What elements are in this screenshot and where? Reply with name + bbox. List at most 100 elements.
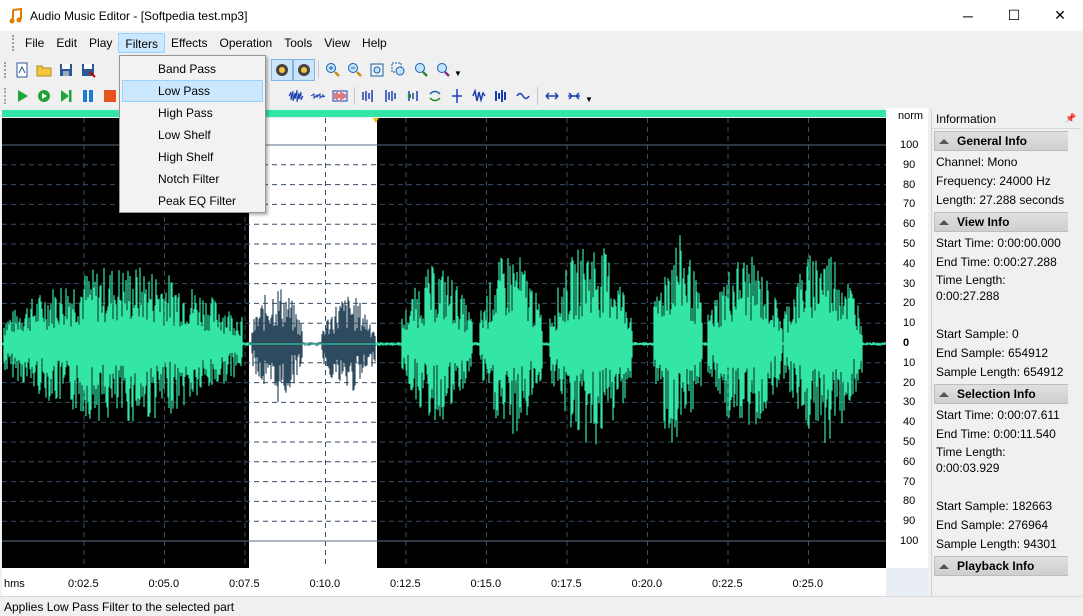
section-playback-info[interactable]: Playback Info bbox=[934, 556, 1079, 576]
menu-item-band-pass[interactable]: Band Pass bbox=[122, 58, 263, 80]
zoom-vertical-in-icon[interactable] bbox=[410, 59, 432, 81]
norm-label: norm bbox=[898, 110, 924, 122]
section-title: Playback Info bbox=[957, 559, 1035, 573]
spectrum-icon[interactable] bbox=[329, 85, 351, 107]
amplitude-tick-label: 50 bbox=[903, 238, 916, 250]
menu-play[interactable]: Play bbox=[83, 33, 118, 53]
speaker-right-icon[interactable] bbox=[293, 58, 315, 81]
play-icon[interactable] bbox=[11, 85, 33, 107]
collapse-icon[interactable] bbox=[939, 389, 949, 399]
collapse-icon[interactable] bbox=[939, 217, 949, 227]
time-tick-label: 0:07.5 bbox=[229, 578, 260, 590]
music-note-app-icon bbox=[8, 7, 24, 24]
minimize-button[interactable]: ─ bbox=[945, 0, 991, 31]
info-line: End Sample: 654912 bbox=[936, 346, 1049, 360]
toolbar-separator bbox=[354, 86, 355, 105]
waveform-path bbox=[2, 235, 886, 445]
toolbar-overflow-icon[interactable]: ▼ bbox=[454, 59, 462, 81]
zoom-out-icon[interactable] bbox=[344, 59, 366, 81]
amplitude-tick-label: 60 bbox=[903, 455, 916, 468]
info-line: Channel: Mono bbox=[936, 155, 1018, 169]
amplitude-tick-label: 100 bbox=[900, 535, 919, 547]
amplitude-tick-label: 90 bbox=[903, 515, 916, 528]
section-general-info[interactable]: General Info bbox=[934, 131, 1079, 151]
info-line: Length: 27.288 seconds bbox=[936, 193, 1065, 207]
menu-edit[interactable]: Edit bbox=[50, 33, 83, 53]
menu-file[interactable]: File bbox=[19, 33, 50, 53]
invert-icon[interactable] bbox=[424, 85, 446, 107]
loop-play-icon[interactable] bbox=[33, 85, 55, 107]
time-tick-label: 0:22.5 bbox=[712, 578, 743, 590]
section-title: Selection Info bbox=[957, 387, 1036, 401]
zoom-selection-icon[interactable] bbox=[388, 59, 410, 81]
echo-icon[interactable] bbox=[512, 85, 534, 107]
waveform-view-icon[interactable] bbox=[285, 85, 307, 107]
zoom-vertical-out-icon[interactable] bbox=[432, 59, 454, 81]
menu-item-low-pass[interactable]: Low Pass bbox=[122, 80, 263, 102]
time-tick-label: 0:25.0 bbox=[792, 578, 824, 590]
menu-bar: File Edit Play Filters Effects Operation… bbox=[0, 31, 1083, 55]
pause-icon[interactable] bbox=[77, 85, 99, 107]
collapse-icon[interactable] bbox=[939, 561, 949, 571]
save-as-icon[interactable] bbox=[77, 59, 99, 81]
selected-waveform-path bbox=[248, 289, 376, 402]
section-view-info[interactable]: View Info bbox=[934, 212, 1079, 232]
save-icon[interactable] bbox=[55, 59, 77, 81]
info-line: Start Time: 0:00:07.611 bbox=[936, 408, 1060, 422]
maximize-button[interactable]: ☐ bbox=[991, 0, 1037, 31]
pin-icon[interactable]: 📌 bbox=[1065, 113, 1077, 124]
trim-icon[interactable] bbox=[307, 85, 329, 107]
amplitude-tick-label: 20 bbox=[903, 376, 916, 389]
menu-item-notch-filter[interactable]: Notch Filter bbox=[122, 168, 263, 190]
split-icon[interactable] bbox=[446, 85, 468, 107]
stop-icon[interactable] bbox=[99, 85, 121, 107]
section-selection-info[interactable]: Selection Info bbox=[934, 384, 1079, 404]
compress-icon[interactable] bbox=[563, 85, 585, 107]
collapse-icon[interactable] bbox=[939, 136, 949, 146]
toolbar-grip[interactable] bbox=[12, 35, 15, 51]
play-to-end-icon[interactable] bbox=[55, 85, 77, 107]
info-line: Time Length: bbox=[936, 445, 1006, 459]
marker-right-icon[interactable] bbox=[380, 85, 402, 107]
reverse-icon[interactable] bbox=[402, 85, 424, 107]
close-button[interactable]: ✕ bbox=[1037, 0, 1083, 31]
toolbar-grip[interactable] bbox=[4, 87, 7, 104]
info-scrollbar[interactable] bbox=[1068, 130, 1082, 596]
menu-item-high-shelf[interactable]: High Shelf bbox=[122, 146, 263, 168]
normalize-icon[interactable] bbox=[490, 85, 512, 107]
speaker-left-icon[interactable] bbox=[271, 58, 293, 81]
menu-tools[interactable]: Tools bbox=[278, 33, 318, 53]
zoom-in-icon[interactable] bbox=[322, 59, 344, 81]
amplitude-tick-label: 80 bbox=[903, 495, 916, 508]
amplitude-tick-label: 60 bbox=[903, 218, 916, 231]
info-line: Start Time: 0:00:00.000 bbox=[936, 236, 1061, 250]
amplitude-tick-label: 20 bbox=[903, 297, 916, 310]
menu-item-low-shelf[interactable]: Low Shelf bbox=[122, 124, 263, 146]
amplitude-tick-label: 80 bbox=[903, 178, 916, 191]
menu-effects[interactable]: Effects bbox=[165, 33, 213, 53]
zoom-fit-icon[interactable] bbox=[366, 59, 388, 81]
stretch-icon[interactable] bbox=[541, 85, 563, 107]
new-file-icon[interactable] bbox=[11, 59, 33, 81]
window-title: Audio Music Editor - [Softpedia test.mp3… bbox=[30, 8, 248, 23]
menu-view[interactable]: View bbox=[318, 33, 356, 53]
info-line: Start Sample: 182663 bbox=[936, 499, 1053, 513]
playback-toolbar: ▼ bbox=[0, 82, 593, 109]
amplitude-tick-label: 70 bbox=[903, 198, 916, 211]
marker-left-icon[interactable] bbox=[358, 85, 380, 107]
toolbar-grip[interactable] bbox=[4, 61, 7, 78]
open-folder-icon[interactable] bbox=[33, 59, 55, 81]
section-title: View Info bbox=[957, 215, 1010, 229]
menu-item-peak-eq-filter[interactable]: Peak EQ Filter bbox=[122, 190, 263, 212]
noise-icon[interactable] bbox=[468, 85, 490, 107]
amplitude-tick-label: 90 bbox=[903, 158, 916, 171]
toolbar-overflow-icon[interactable]: ▼ bbox=[585, 85, 593, 107]
menu-item-high-pass[interactable]: High Pass bbox=[122, 102, 263, 124]
info-line: 0:00:03.929 bbox=[936, 461, 1000, 475]
menu-help[interactable]: Help bbox=[356, 33, 393, 53]
menu-operation[interactable]: Operation bbox=[214, 33, 279, 53]
info-line: End Time: 0:00:27.288 bbox=[936, 255, 1057, 269]
toolbar-separator bbox=[537, 86, 538, 105]
menu-filters[interactable]: Filters bbox=[118, 33, 166, 53]
information-panel: Information 📌 General Info Channel: Mono… bbox=[931, 109, 1081, 596]
